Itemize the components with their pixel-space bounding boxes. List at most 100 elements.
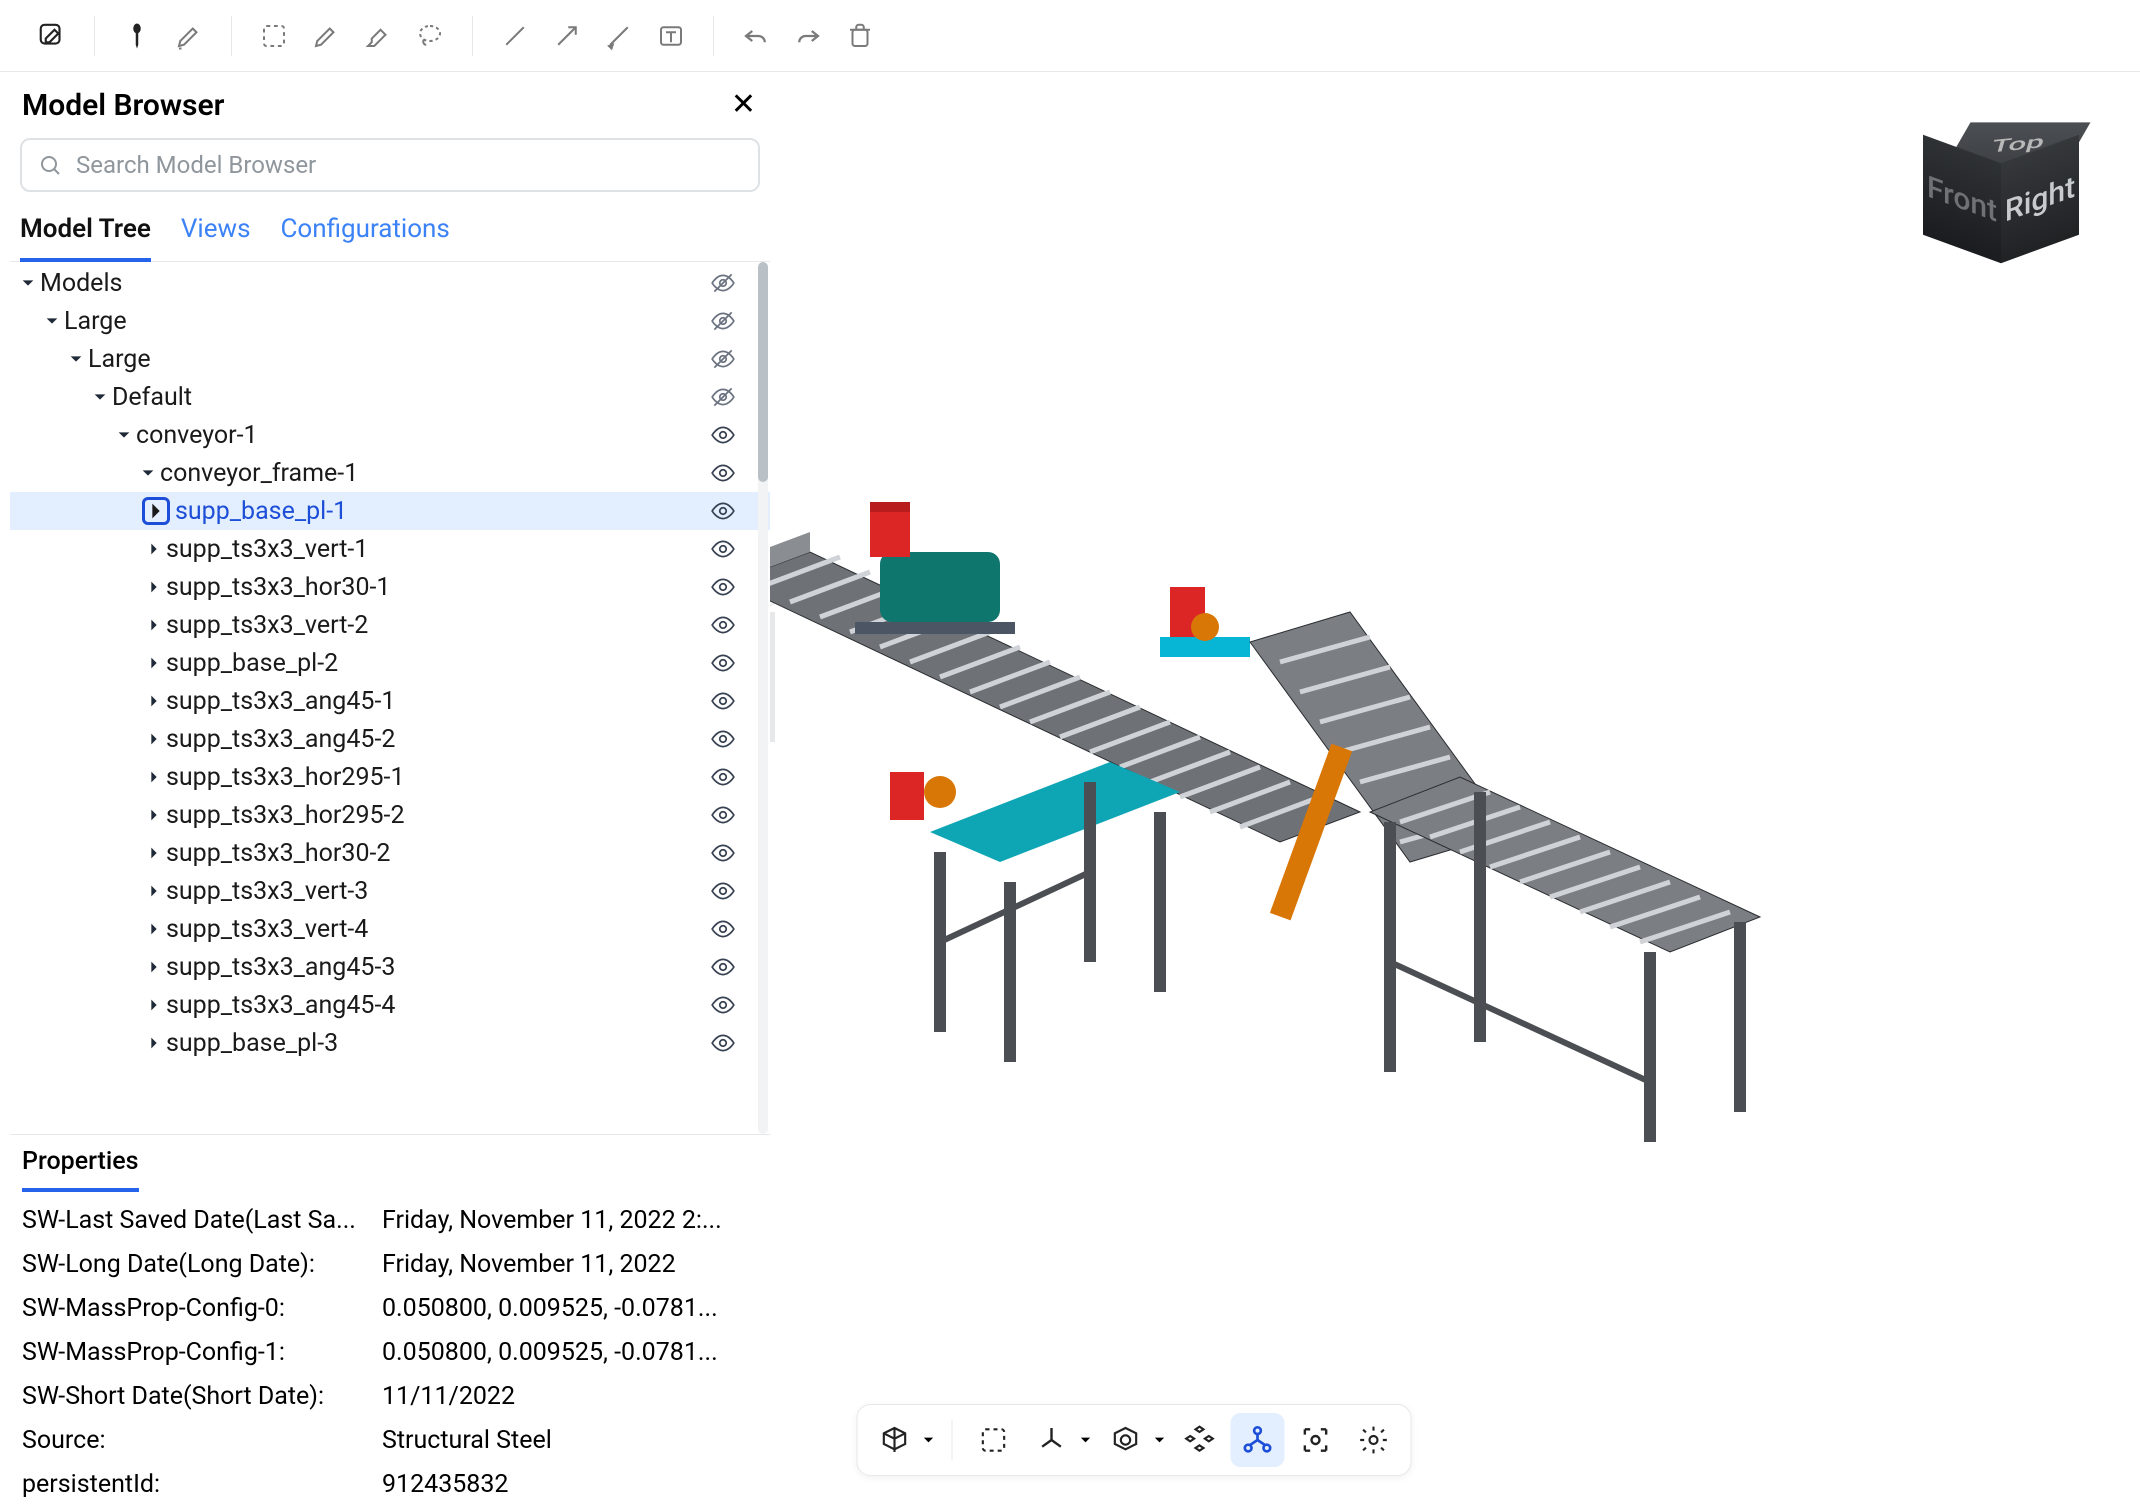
visibility-toggle-icon[interactable] xyxy=(708,268,738,298)
tree-row[interactable]: Default xyxy=(10,378,770,416)
tree-row[interactable]: supp_base_pl-3 xyxy=(10,1024,770,1062)
tree-row[interactable]: supp_ts3x3_ang45-4 xyxy=(10,986,770,1024)
visibility-toggle-icon[interactable] xyxy=(708,952,738,982)
visibility-toggle-icon[interactable] xyxy=(708,876,738,906)
tree-row[interactable]: supp_ts3x3_ang45-1 xyxy=(10,682,770,720)
visibility-toggle-icon[interactable] xyxy=(708,762,738,792)
visibility-toggle-icon[interactable] xyxy=(708,724,738,754)
tree-row[interactable]: supp_ts3x3_vert-2 xyxy=(10,606,770,644)
visibility-toggle-icon[interactable] xyxy=(708,838,738,868)
render-style-icon[interactable] xyxy=(868,1413,922,1467)
tree-row[interactable]: supp_ts3x3_hor30-1 xyxy=(10,568,770,606)
visibility-toggle-icon[interactable] xyxy=(708,344,738,374)
visibility-toggle-icon[interactable] xyxy=(708,990,738,1020)
tree-row[interactable]: supp_base_pl-1 xyxy=(10,492,770,530)
caret-icon[interactable] xyxy=(142,655,166,671)
search-input[interactable] xyxy=(20,138,760,192)
model-tree[interactable]: ModelsLargeLargeDefaultconveyor-1conveyo… xyxy=(10,262,770,1134)
gear-cube-icon[interactable] xyxy=(1099,1413,1153,1467)
tree-row[interactable]: supp_ts3x3_hor295-1 xyxy=(10,758,770,796)
caret-icon[interactable] xyxy=(142,921,166,937)
dropdown-caret-icon[interactable] xyxy=(1077,1433,1095,1447)
search-field[interactable] xyxy=(76,151,742,179)
properties-tab[interactable]: Properties xyxy=(22,1147,139,1192)
dropdown-caret-icon[interactable] xyxy=(1151,1433,1169,1447)
visibility-toggle-icon[interactable] xyxy=(708,572,738,602)
visibility-toggle-icon[interactable] xyxy=(708,382,738,412)
caret-icon[interactable] xyxy=(142,497,170,525)
visibility-toggle-icon[interactable] xyxy=(708,458,738,488)
pencil-dash-icon[interactable] xyxy=(165,12,213,60)
tree-row[interactable]: supp_ts3x3_ang45-3 xyxy=(10,948,770,986)
caret-icon[interactable] xyxy=(40,313,64,329)
tree-row[interactable]: supp_ts3x3_ang45-2 xyxy=(10,720,770,758)
tree-row[interactable]: supp_ts3x3_vert-3 xyxy=(10,872,770,910)
tree-scrollbar[interactable] xyxy=(758,262,768,1134)
caret-icon[interactable] xyxy=(142,997,166,1013)
caret-icon[interactable] xyxy=(142,807,166,823)
tree-label: Models xyxy=(40,269,122,298)
trash-icon[interactable] xyxy=(836,12,884,60)
caret-icon[interactable] xyxy=(142,959,166,975)
tree-row[interactable]: Large xyxy=(10,340,770,378)
focus-icon[interactable] xyxy=(1289,1413,1343,1467)
visibility-toggle-icon[interactable] xyxy=(708,420,738,450)
model-browser-panel: Model Browser ✕ Model Tree Views Configu… xyxy=(10,72,770,1502)
lasso-icon[interactable] xyxy=(406,12,454,60)
caret-icon[interactable] xyxy=(142,693,166,709)
axis-arrow-icon[interactable] xyxy=(595,12,643,60)
edit-icon[interactable] xyxy=(28,12,76,60)
visibility-toggle-icon[interactable] xyxy=(708,306,738,336)
close-icon[interactable]: ✕ xyxy=(731,90,756,120)
visibility-toggle-icon[interactable] xyxy=(708,610,738,640)
hierarchy-icon[interactable] xyxy=(1231,1413,1285,1467)
tree-row[interactable]: supp_ts3x3_vert-1 xyxy=(10,530,770,568)
caret-icon[interactable] xyxy=(142,541,166,557)
tree-row[interactable]: Large xyxy=(10,302,770,340)
caret-icon[interactable] xyxy=(142,883,166,899)
caret-icon[interactable] xyxy=(142,769,166,785)
pin-icon[interactable] xyxy=(113,12,161,60)
tree-row[interactable]: supp_base_pl-2 xyxy=(10,644,770,682)
marquee-icon[interactable] xyxy=(250,12,298,60)
axes-icon[interactable] xyxy=(1025,1413,1079,1467)
caret-icon[interactable] xyxy=(142,1035,166,1051)
caret-icon[interactable] xyxy=(142,845,166,861)
exploded-icon[interactable] xyxy=(1173,1413,1227,1467)
visibility-toggle-icon[interactable] xyxy=(708,648,738,678)
tree-row[interactable]: Models xyxy=(10,264,770,302)
visibility-toggle-icon[interactable] xyxy=(708,800,738,830)
tree-row[interactable]: supp_ts3x3_vert-4 xyxy=(10,910,770,948)
tab-configurations[interactable]: Configurations xyxy=(281,208,450,261)
tree-row[interactable]: conveyor_frame-1 xyxy=(10,454,770,492)
tab-model-tree[interactable]: Model Tree xyxy=(20,208,151,262)
caret-icon[interactable] xyxy=(112,427,136,443)
dashed-box-icon[interactable] xyxy=(967,1413,1021,1467)
highlighter-icon[interactable] xyxy=(354,12,402,60)
visibility-toggle-icon[interactable] xyxy=(708,914,738,944)
pencil-icon[interactable] xyxy=(302,12,350,60)
undo-icon[interactable] xyxy=(732,12,780,60)
caret-icon[interactable] xyxy=(88,389,112,405)
tree-row[interactable]: supp_ts3x3_hor295-2 xyxy=(10,796,770,834)
visibility-toggle-icon[interactable] xyxy=(708,534,738,564)
caret-icon[interactable] xyxy=(136,465,160,481)
visibility-toggle-icon[interactable] xyxy=(708,686,738,716)
caret-icon[interactable] xyxy=(16,275,40,291)
line-icon[interactable] xyxy=(491,12,539,60)
arrow-icon[interactable] xyxy=(543,12,591,60)
viewcube[interactable]: Top Front Right xyxy=(1918,102,2088,272)
visibility-toggle-icon[interactable] xyxy=(708,1028,738,1058)
redo-icon[interactable] xyxy=(784,12,832,60)
tree-row[interactable]: supp_ts3x3_hor30-2 xyxy=(10,834,770,872)
caret-icon[interactable] xyxy=(64,351,88,367)
caret-icon[interactable] xyxy=(142,579,166,595)
tree-row[interactable]: conveyor-1 xyxy=(10,416,770,454)
settings-icon[interactable] xyxy=(1347,1413,1401,1467)
visibility-toggle-icon[interactable] xyxy=(708,496,738,526)
text-box-icon[interactable] xyxy=(647,12,695,60)
caret-icon[interactable] xyxy=(142,731,166,747)
tab-views[interactable]: Views xyxy=(181,208,251,261)
caret-icon[interactable] xyxy=(142,617,166,633)
dropdown-caret-icon[interactable] xyxy=(920,1433,938,1447)
